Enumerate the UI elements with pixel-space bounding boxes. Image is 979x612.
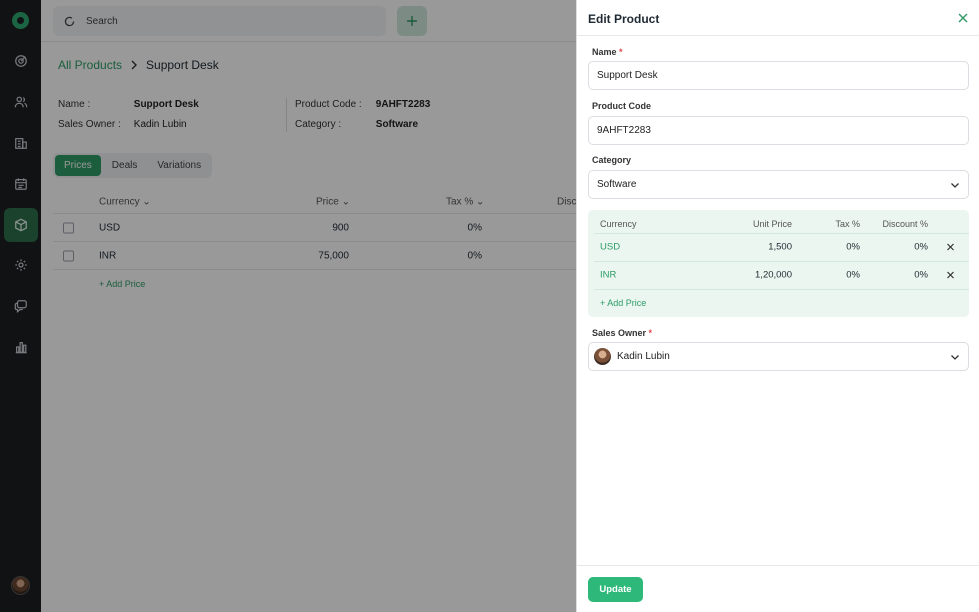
edit-product-drawer: Edit Product Name * Support Desk Product… [576,0,979,612]
discount-cell[interactable]: 0% [914,270,928,281]
table-row: USD 1,500 0% 0% [588,233,969,261]
sales-owner-label: Sales Owner * [592,328,653,338]
name-label: Name * [592,47,623,57]
drawer-title: Edit Product [588,12,660,26]
add-price-link[interactable]: + Add Price [600,298,646,308]
update-button[interactable]: Update [588,577,643,602]
price-table: Currency Unit Price Tax % Discount % USD… [588,210,969,317]
sales-owner-select[interactable]: Kadin Lubin [588,342,969,371]
unit-price-header: Unit Price [752,219,792,229]
remove-row-icon[interactable] [946,271,955,280]
discount-cell[interactable]: 0% [914,242,928,253]
close-icon[interactable] [956,11,970,25]
chevron-down-icon [951,183,959,188]
name-field[interactable]: Support Desk [588,61,969,90]
unit-price-cell[interactable]: 1,20,000 [755,270,792,281]
discount-header: Discount % [882,219,928,229]
remove-row-icon[interactable] [946,243,955,252]
name-field-value: Support Desk [597,70,658,81]
tax-header: Tax % [835,219,860,229]
table-row: INR 1,20,000 0% 0% [588,261,969,289]
category-select[interactable]: Software [588,170,969,199]
tax-cell[interactable]: 0% [846,270,860,281]
avatar [594,348,611,365]
tax-cell[interactable]: 0% [846,242,860,253]
category-label: Category [592,155,632,165]
currency-cell[interactable]: USD [600,242,620,253]
drawer-footer: Update [577,565,979,612]
product-code-field-value: 9AHFT2283 [597,125,651,136]
required-mark: * [648,328,653,338]
product-code-label: Product Code [592,101,652,111]
drawer-header: Edit Product [577,0,979,36]
add-price-row: + Add Price [588,289,969,317]
sales-owner-value: Kadin Lubin [617,351,670,362]
unit-price-cell[interactable]: 1,500 [768,242,792,253]
category-select-value: Software [597,179,637,190]
required-mark: * [619,47,623,57]
currency-header: Currency [600,219,637,229]
chevron-down-icon [951,355,959,360]
currency-cell[interactable]: INR [600,270,616,281]
product-code-field[interactable]: 9AHFT2283 [588,116,969,145]
